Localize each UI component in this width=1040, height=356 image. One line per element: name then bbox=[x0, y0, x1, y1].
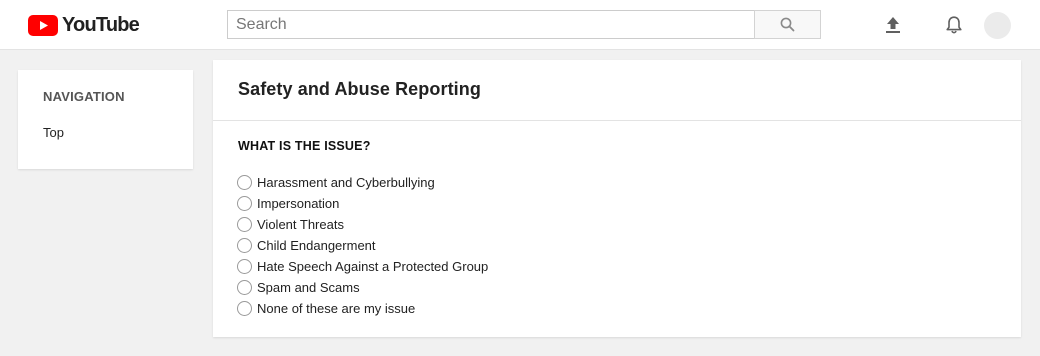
report-card: Safety and Abuse Reporting WHAT IS THE I… bbox=[213, 60, 1021, 337]
option-label: Harassment and Cyberbullying bbox=[257, 175, 435, 190]
radio-button[interactable] bbox=[237, 175, 252, 190]
youtube-logo[interactable]: YouTube bbox=[28, 13, 140, 37]
issue-option-hate-speech[interactable]: Hate Speech Against a Protected Group bbox=[237, 256, 488, 277]
sidebar-item-top[interactable]: Top bbox=[43, 125, 64, 140]
issue-option-harassment[interactable]: Harassment and Cyberbullying bbox=[237, 172, 488, 193]
top-bar: YouTube bbox=[0, 0, 1040, 50]
radio-button[interactable] bbox=[237, 196, 252, 211]
search-bar bbox=[227, 10, 821, 39]
option-label: None of these are my issue bbox=[257, 301, 416, 316]
option-label: Child Endangerment bbox=[257, 238, 376, 253]
issue-option-violent-threats[interactable]: Violent Threats bbox=[237, 214, 488, 235]
search-input[interactable] bbox=[227, 10, 754, 39]
radio-button[interactable] bbox=[237, 217, 252, 232]
search-icon bbox=[780, 17, 795, 32]
notifications-button[interactable] bbox=[941, 12, 967, 38]
page-title: Safety and Abuse Reporting bbox=[213, 60, 1021, 121]
navigation-heading: NAVIGATION bbox=[43, 89, 125, 104]
question-heading: WHAT IS THE ISSUE? bbox=[238, 139, 371, 153]
search-button[interactable] bbox=[754, 10, 821, 39]
issue-option-spam[interactable]: Spam and Scams bbox=[237, 277, 488, 298]
radio-button[interactable] bbox=[237, 259, 252, 274]
avatar[interactable] bbox=[984, 12, 1011, 39]
option-label: Impersonation bbox=[257, 196, 340, 211]
issue-option-child-endangerment[interactable]: Child Endangerment bbox=[237, 235, 488, 256]
youtube-logo-icon bbox=[28, 14, 58, 36]
option-label: Spam and Scams bbox=[257, 280, 360, 295]
upload-button[interactable] bbox=[880, 12, 906, 38]
option-label: Hate Speech Against a Protected Group bbox=[257, 259, 489, 274]
navigation-card: NAVIGATION Top bbox=[18, 70, 193, 169]
radio-button[interactable] bbox=[237, 238, 252, 253]
issue-option-impersonation[interactable]: Impersonation bbox=[237, 193, 488, 214]
logo-text: YouTube bbox=[62, 14, 140, 36]
bell-icon bbox=[946, 16, 962, 34]
upload-icon bbox=[886, 17, 900, 33]
issue-options: Harassment and Cyberbullying Impersonati… bbox=[237, 172, 488, 319]
radio-button[interactable] bbox=[237, 280, 252, 295]
option-label: Violent Threats bbox=[257, 217, 344, 232]
issue-option-none[interactable]: None of these are my issue bbox=[237, 298, 488, 319]
radio-button[interactable] bbox=[237, 301, 252, 316]
